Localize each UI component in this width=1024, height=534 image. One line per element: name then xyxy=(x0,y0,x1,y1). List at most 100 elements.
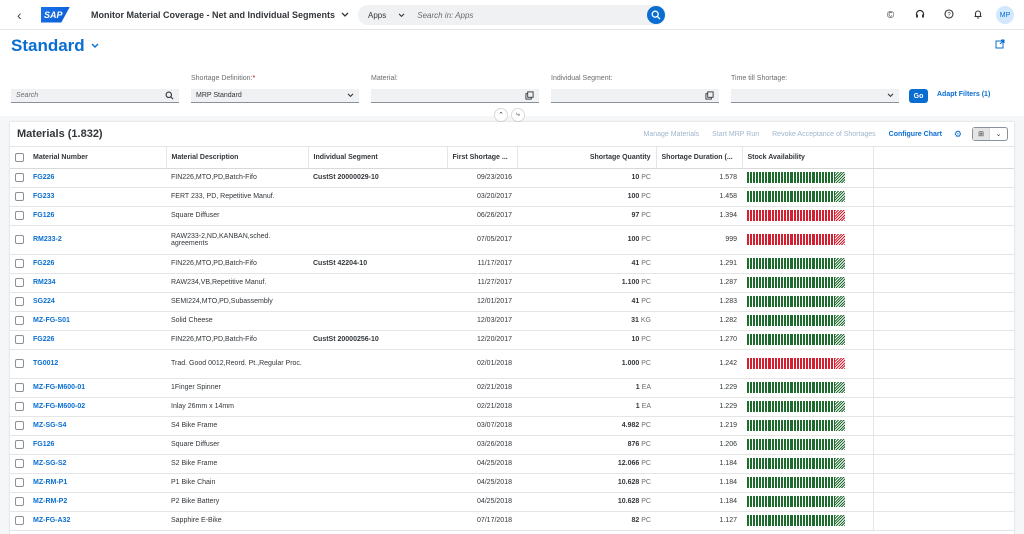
filter-search-input[interactable]: Search xyxy=(11,89,179,103)
row-checkbox[interactable] xyxy=(10,168,28,188)
col-shortage-quantity[interactable]: Shortage Quantity xyxy=(517,147,657,169)
table-row[interactable]: RM233-2 RAW233-2,ND,KANBAN,sched. agreeme… xyxy=(10,225,1014,255)
share-icon[interactable] xyxy=(995,39,1005,52)
table-row[interactable]: MZ-SG-S2 S2 Bike Frame 04/25/2018 12.066 PC 1… xyxy=(10,454,1014,474)
col-shortage-duration[interactable]: Shortage Duration (... xyxy=(656,147,743,169)
time-till-shortage-select[interactable] xyxy=(731,89,899,103)
search-scope-select[interactable]: Apps xyxy=(358,11,413,20)
stock-availability-cell[interactable] xyxy=(742,225,873,255)
export-menu[interactable]: ⊞ ⌄ xyxy=(972,127,1008,141)
collapse-header-icon[interactable]: ⌃ xyxy=(494,108,508,122)
back-icon[interactable]: ‹ xyxy=(17,7,33,23)
value-help-icon[interactable] xyxy=(705,91,714,100)
stock-availability-cell[interactable] xyxy=(742,206,873,226)
row-checkbox[interactable] xyxy=(10,187,28,207)
stock-availability-cell[interactable] xyxy=(742,492,873,512)
material-number-link[interactable]: FG226 xyxy=(28,330,166,350)
stock-availability-chart[interactable] xyxy=(747,458,845,469)
col-material-number[interactable]: Material Number xyxy=(28,147,167,169)
stock-availability-chart[interactable] xyxy=(747,258,845,269)
material-number-link[interactable]: FG226 xyxy=(28,168,166,188)
material-number-link[interactable]: FG126 xyxy=(28,435,166,455)
adapt-filters-button[interactable]: Adapt Filters (1) xyxy=(937,91,990,98)
row-checkbox[interactable] xyxy=(10,254,28,274)
stock-availability-cell[interactable] xyxy=(742,254,873,274)
stock-availability-chart[interactable] xyxy=(747,420,845,431)
col-first-shortage[interactable]: First Shortage ... xyxy=(447,147,518,169)
material-number-link[interactable]: MZ-SG-S4 xyxy=(28,416,166,436)
revoke-acceptance-button[interactable]: Revoke Acceptance of Shortages xyxy=(772,131,876,138)
material-number-link[interactable]: SG224 xyxy=(28,292,166,312)
search-box[interactable]: Apps Search in: Apps xyxy=(358,5,666,25)
app-title-menu[interactable]: Monitor Material Coverage - Net and Indi… xyxy=(91,10,349,20)
row-checkbox[interactable] xyxy=(10,311,28,331)
stock-availability-cell[interactable] xyxy=(742,311,873,331)
stock-availability-chart[interactable] xyxy=(747,315,845,326)
stock-availability-chart[interactable] xyxy=(747,401,845,412)
go-button[interactable]: Go xyxy=(909,89,928,103)
row-checkbox[interactable] xyxy=(10,292,28,312)
table-row[interactable]: MZ-RM-P2 P2 Bike Battery 04/25/2018 10.628 P… xyxy=(10,492,1014,512)
material-number-link[interactable]: RM234 xyxy=(28,273,166,293)
shortage-definition-select[interactable]: MRP Standard xyxy=(191,89,359,103)
stock-availability-chart[interactable] xyxy=(747,234,845,245)
avatar[interactable]: MP xyxy=(996,6,1014,24)
material-number-link[interactable]: RM233-2 xyxy=(28,225,166,255)
chevron-down-icon[interactable]: ⌄ xyxy=(990,128,1007,140)
stock-availability-chart[interactable] xyxy=(747,334,845,345)
material-number-link[interactable]: FG126 xyxy=(28,206,166,226)
table-row[interactable]: RM234 RAW234,VB,Repetitive Manuf. 11/27/20… xyxy=(10,273,1014,293)
stock-availability-cell[interactable] xyxy=(742,273,873,293)
row-checkbox[interactable] xyxy=(10,454,28,474)
table-row[interactable]: FG226 FIN226,MTO,PD,Batch-Fifo CustSt 2000… xyxy=(10,168,1014,188)
stock-availability-chart[interactable] xyxy=(747,296,845,307)
table-row[interactable]: MZ-RM-P1 P1 Bike Chain 04/25/2018 10.628 PC 1… xyxy=(10,473,1014,493)
stock-availability-cell[interactable] xyxy=(742,454,873,474)
individual-segment-input[interactable] xyxy=(551,89,719,103)
manage-materials-button[interactable]: Manage Materials xyxy=(644,131,700,138)
table-row[interactable]: MZ-SG-S4 S4 Bike Frame 03/07/2018 4.982 PC 1.… xyxy=(10,416,1014,436)
row-checkbox[interactable] xyxy=(10,330,28,350)
row-checkbox[interactable] xyxy=(10,435,28,455)
stock-availability-cell[interactable] xyxy=(742,378,873,398)
table-row[interactable]: MZ-FG-S01 Solid Cheese 12/03/2017 31 KG 1.282 xyxy=(10,311,1014,331)
table-row[interactable]: FG126 Square Diffuser 03/26/2018 876 PC 1.206 xyxy=(10,435,1014,455)
row-checkbox[interactable] xyxy=(10,397,28,417)
sap-logo[interactable]: SAP xyxy=(41,6,70,23)
search-button[interactable] xyxy=(647,6,665,24)
row-checkbox[interactable] xyxy=(10,473,28,493)
material-input[interactable] xyxy=(371,89,539,103)
stock-availability-chart[interactable] xyxy=(747,382,845,393)
stock-availability-cell[interactable] xyxy=(742,435,873,455)
bell-icon[interactable] xyxy=(963,9,992,22)
row-checkbox[interactable] xyxy=(10,492,28,512)
material-number-link[interactable]: MZ-FG-M600-02 xyxy=(28,397,166,417)
stock-availability-chart[interactable] xyxy=(747,496,845,507)
stock-availability-cell[interactable] xyxy=(742,330,873,350)
table-row[interactable]: MZ-FG-M600-02 Inlay 26mm x 14mm 02/21/2018… xyxy=(10,397,1014,417)
export-icon[interactable]: ⊞ xyxy=(973,128,990,140)
col-material-description[interactable]: Material Description xyxy=(166,147,309,169)
col-individual-segment[interactable]: Individual Segment xyxy=(308,147,448,169)
help-icon[interactable]: ? xyxy=(934,8,963,22)
value-help-icon[interactable] xyxy=(525,91,534,100)
stock-availability-chart[interactable] xyxy=(747,277,845,288)
material-number-link[interactable]: MZ-RM-P2 xyxy=(28,492,166,512)
row-checkbox[interactable] xyxy=(10,511,28,531)
stock-availability-cell[interactable] xyxy=(742,187,873,207)
search-input[interactable]: Search in: Apps xyxy=(413,11,647,20)
stock-availability-chart[interactable] xyxy=(747,191,845,202)
start-mrp-run-button[interactable]: Start MRP Run xyxy=(712,131,759,138)
pin-header-icon[interactable]: ⤷ xyxy=(511,108,525,122)
stock-availability-chart[interactable] xyxy=(747,172,845,183)
material-number-link[interactable]: MZ-RM-P1 xyxy=(28,473,166,493)
material-number-link[interactable]: MZ-SG-S2 xyxy=(28,454,166,474)
stock-availability-chart[interactable] xyxy=(747,477,845,488)
table-row[interactable]: TG0012 Trad. Good 0012,Reord. Pt.,Regular… xyxy=(10,349,1014,379)
row-checkbox[interactable] xyxy=(10,206,28,226)
stock-availability-cell[interactable] xyxy=(742,168,873,188)
table-row[interactable]: MZ-FG-A32 Sapphire E-Bike 07/17/2018 82 PC 1.… xyxy=(10,511,1014,531)
headset-icon[interactable] xyxy=(905,9,934,22)
row-checkbox[interactable] xyxy=(10,416,28,436)
row-checkbox[interactable] xyxy=(10,273,28,293)
